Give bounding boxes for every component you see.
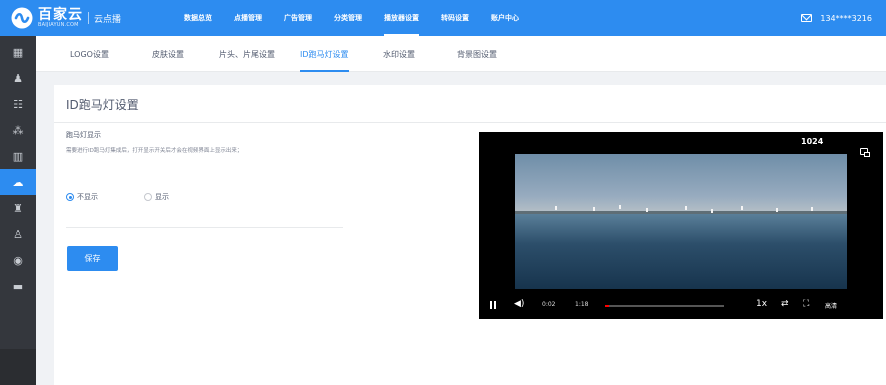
current-time: 0:02 — [542, 301, 556, 308]
radio-unchecked-icon — [144, 193, 152, 201]
marquee-display-label: 跑马灯显示 — [66, 131, 101, 139]
radio-checked-icon — [66, 193, 74, 201]
playback-speed[interactable]: 1x — [756, 299, 767, 309]
volume-icon[interactable]: ◀) — [514, 299, 524, 309]
sailboat — [811, 207, 813, 211]
video-frame — [515, 154, 847, 289]
loop-icon[interactable]: ⇄ — [781, 299, 789, 309]
tab-logo-settings[interactable]: LOGO设置 — [70, 36, 109, 72]
nav-item-data-overview[interactable]: 数据总览 — [184, 0, 212, 36]
radio-hide-label: 不显示 — [77, 193, 98, 201]
quality-selector[interactable]: 高清 — [825, 301, 837, 310]
progress-bar[interactable] — [605, 305, 724, 307]
player-settings-tabs: LOGO设置 皮肤设置 片头、片尾设置 ID跑马灯设置 水印设置 背景图设置 — [36, 36, 886, 72]
top-header: 百家云 BAIJIAYUN.COM 云点播 数据总览 点播管理 广告管理 分类管… — [0, 0, 886, 36]
progress-fill — [605, 305, 609, 307]
brand-name: 百家云 — [38, 7, 83, 23]
sailboat — [555, 206, 557, 210]
tab-id-marquee-settings[interactable]: ID跑马灯设置 — [300, 36, 349, 72]
chart-icon: ▥ — [12, 149, 24, 163]
baijiayun-logo-icon — [10, 6, 34, 30]
mail-icon[interactable] — [801, 14, 813, 22]
radio-show[interactable]: 显示 — [144, 192, 169, 202]
sidebar-item-cloud[interactable]: ☁ — [0, 169, 36, 195]
user-phone[interactable]: 134****3216 — [820, 14, 872, 23]
brand-divider — [88, 12, 89, 24]
video-player-preview[interactable]: 1024 ◀) 0:02 1:18 1x ⇄ ⛶ 高清 — [479, 132, 883, 319]
sailboat — [593, 207, 595, 211]
radio-show-label: 显示 — [155, 193, 169, 201]
nav-item-player-settings[interactable]: 播放器设置 — [384, 0, 419, 36]
picture-in-picture-icon[interactable] — [860, 148, 870, 157]
player-controls: ◀) 0:02 1:18 1x ⇄ ⛶ 高清 — [479, 294, 883, 316]
group-icon: ⁂ — [12, 123, 24, 137]
users-icon: ☷ — [13, 97, 23, 111]
org-icon: ♜ — [13, 201, 23, 215]
main-nav: 数据总览 点播管理 广告管理 分类管理 播放器设置 转码设置 账户中心 — [184, 0, 541, 36]
sailboat — [619, 205, 621, 209]
pause-icon[interactable] — [490, 301, 496, 309]
sidebar-footer — [0, 349, 36, 385]
sidebar-item-org[interactable]: ♜ — [0, 195, 36, 221]
tab-intro-outro-settings[interactable]: 片头、片尾设置 — [219, 36, 275, 72]
product-name: 云点播 — [94, 14, 122, 25]
nav-item-ad-management[interactable]: 广告管理 — [284, 0, 312, 36]
video-sea — [515, 214, 847, 289]
cloud-upload-icon: ☁ — [12, 175, 24, 189]
nav-item-vod-management[interactable]: 点播管理 — [234, 0, 262, 36]
user-icon: ♟ — [13, 71, 23, 85]
marquee-display-description: 需要进行ID跑马灯集成后，打开显示开关后才会在视频界面上显示出来； — [66, 148, 243, 154]
sidebar-item-users[interactable]: ☷ — [0, 91, 36, 117]
page-title: ID跑马灯设置 — [66, 98, 139, 112]
sailboat — [711, 209, 713, 213]
nav-item-category-management[interactable]: 分类管理 — [334, 0, 362, 36]
brand[interactable]: 百家云 BAIJIAYUN.COM 云点播 — [0, 0, 176, 36]
form-divider — [66, 227, 343, 228]
disc-icon: ◉ — [13, 253, 23, 267]
sidebar-item-grid[interactable]: ▦ — [0, 39, 36, 65]
sidebar: ▦ ♟ ☷ ⁂ ▥ ☁ ♜ ♙ ◉ ▬ — [0, 36, 36, 385]
tab-watermark-settings[interactable]: 水印设置 — [383, 36, 415, 72]
folder-icon: ▬ — [12, 279, 24, 293]
fullscreen-icon[interactable]: ⛶ — [803, 299, 809, 309]
sailboat — [685, 206, 687, 210]
title-divider — [54, 122, 886, 123]
brand-domain: BAIJIAYUN.COM — [38, 22, 79, 28]
sidebar-item-folder[interactable]: ▬ — [0, 273, 36, 299]
radio-hide[interactable]: 不显示 — [66, 192, 98, 202]
person-icon: ♙ — [13, 227, 23, 241]
marquee-id-text: 1024 — [801, 137, 824, 146]
save-button[interactable]: 保存 — [67, 246, 118, 271]
tab-background-settings[interactable]: 背景图设置 — [457, 36, 497, 72]
total-time: 1:18 — [575, 301, 589, 308]
video-sky — [515, 154, 847, 214]
sidebar-item-disc[interactable]: ◉ — [0, 247, 36, 273]
sidebar-item-person[interactable]: ♙ — [0, 221, 36, 247]
sidebar-item-chart[interactable]: ▥ — [0, 143, 36, 169]
nav-item-account-center[interactable]: 账户中心 — [491, 0, 519, 36]
sailboat — [776, 208, 778, 212]
grid-icon: ▦ — [12, 45, 24, 59]
nav-item-transcode-settings[interactable]: 转码设置 — [441, 0, 469, 36]
tab-skin-settings[interactable]: 皮肤设置 — [152, 36, 184, 72]
sailboat — [646, 208, 648, 212]
sidebar-item-user[interactable]: ♟ — [0, 65, 36, 91]
sidebar-item-group[interactable]: ⁂ — [0, 117, 36, 143]
sailboat — [741, 206, 743, 210]
